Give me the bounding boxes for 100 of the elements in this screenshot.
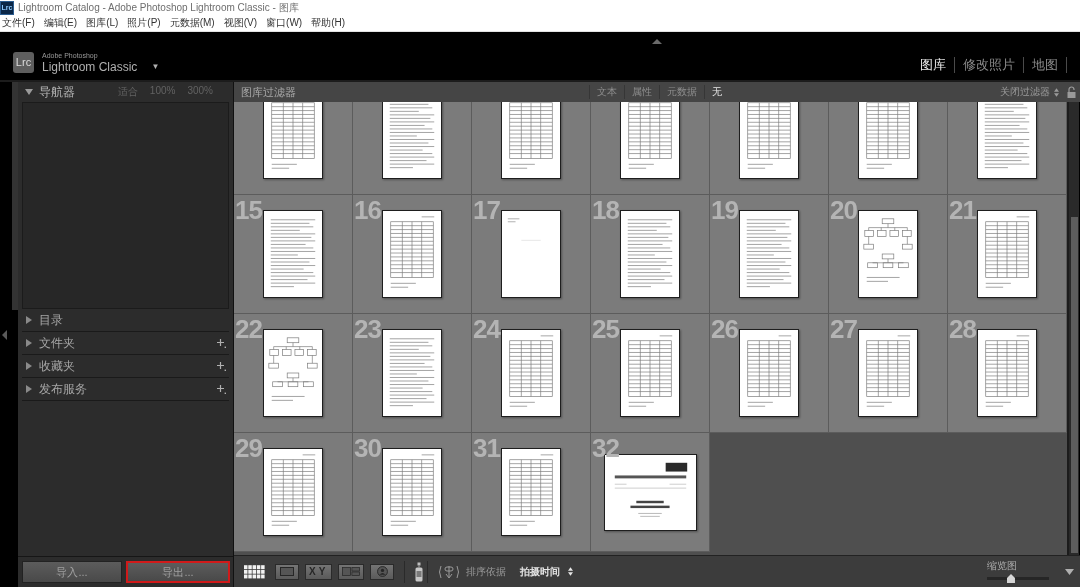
menu-item[interactable]: 照片(P): [127, 16, 161, 30]
plus-icon[interactable]: [216, 384, 226, 394]
lock-icon[interactable]: [1067, 86, 1076, 98]
survey-view-button[interactable]: [338, 563, 365, 580]
plus-icon[interactable]: [216, 338, 226, 348]
photo-index-number: 31: [473, 435, 500, 461]
multi-image-icon: [342, 567, 361, 576]
scrollbar-track[interactable]: [1067, 102, 1080, 555]
filter-tab[interactable]: 元数据: [658, 85, 704, 99]
photo-index-number: 22: [235, 316, 262, 342]
menu-item[interactable]: 元数据(M): [169, 16, 215, 30]
photo-index-number: 16: [354, 197, 381, 223]
photo-index-number: 25: [592, 316, 619, 342]
menu-item[interactable]: 视图(V): [223, 16, 258, 30]
up-triangle-icon[interactable]: [652, 39, 662, 44]
photo-index-number: 32: [592, 435, 619, 461]
import-button[interactable]: 导入...: [22, 561, 122, 583]
filter-tab[interactable]: 文本: [588, 85, 624, 99]
thumbnail-cell[interactable]: 27: [829, 314, 948, 433]
person-icon: [376, 566, 388, 577]
photo-index-number: 23: [354, 316, 381, 342]
sort-icon[interactable]: [438, 563, 461, 580]
compare-view-button[interactable]: XY: [305, 563, 333, 580]
panel-title: 导航器: [39, 83, 75, 101]
panel-header[interactable]: 收藏夹: [22, 355, 229, 378]
thumbnail-cell[interactable]: 31: [472, 433, 591, 552]
export-button[interactable]: 导出...: [126, 561, 230, 583]
thumbnail-cell[interactable]: 21: [948, 195, 1067, 314]
people-view-button[interactable]: [370, 563, 395, 580]
panel-header[interactable]: 目录: [22, 309, 229, 332]
down-triangle-icon[interactable]: [1065, 568, 1074, 575]
panel-title: 目录: [39, 311, 63, 329]
plus-icon[interactable]: [216, 361, 226, 371]
sort-label: 排序依据: [466, 564, 507, 579]
menu-item[interactable]: 编辑(E): [43, 16, 78, 30]
filter-bar-title: 图库过滤器: [241, 84, 296, 100]
panel-title: 发布服务: [39, 380, 87, 398]
panel-header[interactable]: 发布服务: [22, 378, 229, 401]
thumbnail-cell[interactable]: 15: [234, 195, 353, 314]
thumbnail-cell[interactable]: 29: [234, 433, 353, 552]
thumbnail-cell[interactable]: [948, 102, 1067, 195]
photo-index-number: 17: [473, 197, 500, 223]
menu-item[interactable]: 帮助(H): [311, 16, 346, 30]
thumbnail-cell[interactable]: 30: [353, 433, 472, 552]
thumbnail-cell[interactable]: [710, 102, 829, 195]
thumbnail-cell[interactable]: 25: [591, 314, 710, 433]
caret-icon[interactable]: ▼: [151, 61, 160, 71]
right-triangle-icon[interactable]: [25, 339, 33, 347]
menu-item[interactable]: 窗口(W): [266, 16, 303, 30]
filter-tab[interactable]: 属性: [623, 85, 659, 99]
thumbnail-cell[interactable]: 24: [472, 314, 591, 433]
menu-item[interactable]: 图库(L): [86, 16, 119, 30]
photo-index-number: 27: [830, 316, 857, 342]
thumbnail-cell[interactable]: 22: [234, 314, 353, 433]
thumbnail-cell[interactable]: [353, 102, 472, 195]
thumbnail-cell[interactable]: 16: [353, 195, 472, 314]
updown-arrows-icon: [568, 567, 574, 576]
thumbnail-cell[interactable]: 32: [591, 433, 710, 552]
menu-item[interactable]: 文件(F): [2, 16, 35, 30]
panel-title: 收藏夹: [39, 357, 75, 375]
sort-dropdown[interactable]: 拍摄时间: [520, 564, 574, 579]
thumbnail-size-label: 缩览图: [987, 560, 1018, 572]
app-logo: Lrc: [13, 51, 34, 73]
thumbnail-cell[interactable]: 28: [948, 314, 1067, 433]
photo-index-number: 29: [235, 435, 262, 461]
module-tab[interactable]: 图库: [912, 57, 955, 73]
thumbnail-cell[interactable]: 18: [591, 195, 710, 314]
thumbnail-cell[interactable]: 23: [353, 314, 472, 433]
thumbnail-cell[interactable]: 19: [710, 195, 829, 314]
single-image-icon: [280, 567, 294, 576]
right-triangle-icon[interactable]: [25, 362, 33, 370]
photo-index-number: 24: [473, 316, 500, 342]
thumbnail-cell[interactable]: [829, 102, 948, 195]
photo-index-number: 30: [354, 435, 381, 461]
thumbnail-cell[interactable]: 20: [829, 195, 948, 314]
filter-tab[interactable]: 无: [703, 85, 729, 99]
scrollbar-thumb[interactable]: [1071, 217, 1078, 553]
loupe-view-button[interactable]: [275, 563, 299, 580]
left-triangle-icon[interactable]: [2, 329, 7, 340]
grid-icon: [244, 564, 265, 579]
thumbnail-cell[interactable]: 26: [710, 314, 829, 433]
module-tab[interactable]: 修改照片: [955, 57, 1024, 73]
spray-can-icon[interactable]: [415, 561, 424, 582]
right-triangle-icon[interactable]: [25, 385, 33, 393]
filter-preset-dropdown[interactable]: 关闭过滤器: [1000, 85, 1059, 99]
thumbnail-cell[interactable]: 17: [472, 195, 591, 314]
photo-index-number: 20: [830, 197, 857, 223]
thumbnail-cell[interactable]: [591, 102, 710, 195]
panel-header[interactable]: 文件夹: [22, 332, 229, 355]
right-triangle-icon[interactable]: [25, 316, 33, 324]
photo-index-number: 21: [949, 197, 976, 223]
thumbnail-cell[interactable]: [472, 102, 591, 195]
photo-index-number: 28: [949, 316, 976, 342]
photo-index-number: 26: [711, 316, 738, 342]
module-tab[interactable]: 地图: [1024, 57, 1067, 73]
down-triangle-icon[interactable]: [25, 88, 33, 96]
panel-scrollbar[interactable]: [12, 82, 18, 310]
photo-index-number: 19: [711, 197, 738, 223]
thumbnail-cell[interactable]: [234, 102, 353, 195]
slider-thumb[interactable]: [1006, 574, 1015, 583]
